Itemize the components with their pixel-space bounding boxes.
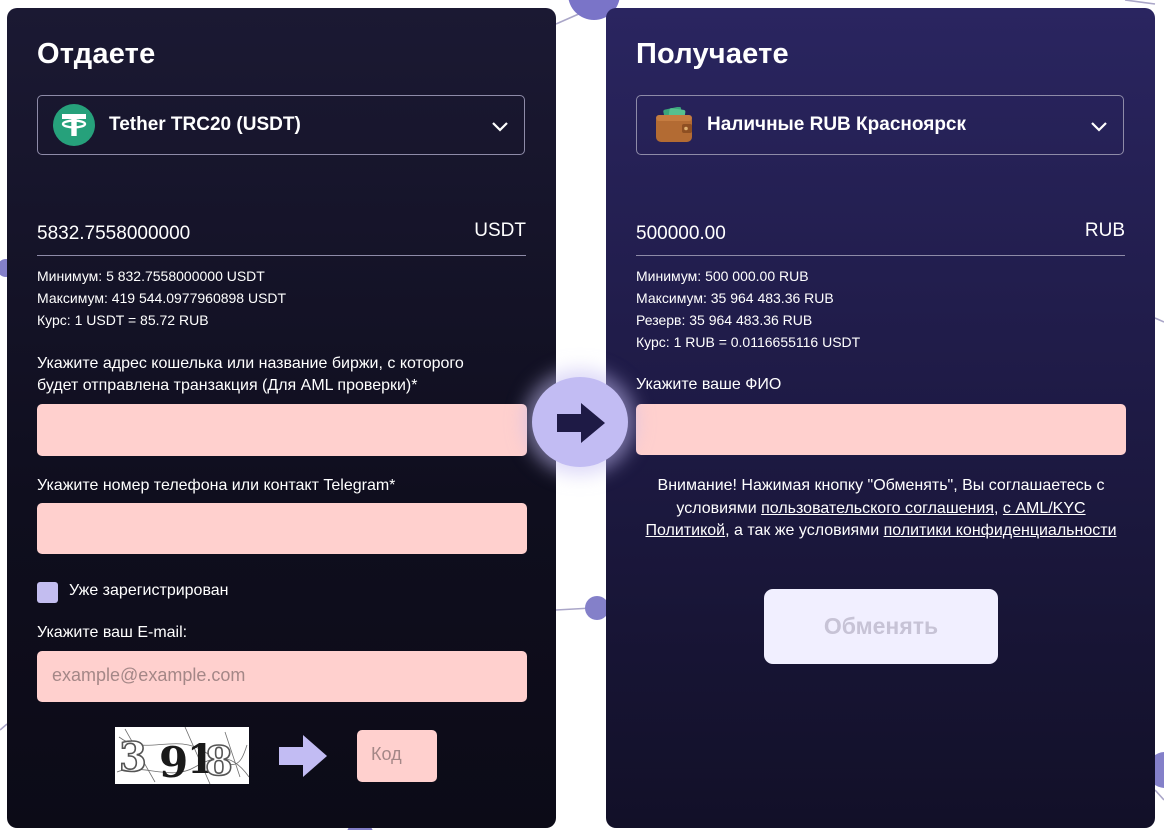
arrow-right-icon <box>279 735 327 777</box>
registered-label: Уже зарегистрирован <box>69 582 229 599</box>
fio-label: Укажите ваше ФИО <box>636 376 782 393</box>
email-input[interactable]: example@example.com <box>37 651 527 702</box>
arrow-right-icon <box>557 403 605 443</box>
give-currency-select[interactable]: Tether TRC20 (USDT) <box>37 95 525 155</box>
notice-text-2: , <box>994 499 1003 517</box>
fio-input[interactable] <box>636 404 1126 455</box>
user-agreement-link[interactable]: пользовательского соглашения <box>761 500 994 517</box>
give-min: Минимум: 5 832.7558000000 USDT <box>37 268 265 284</box>
captcha-code-placeholder: Код <box>371 744 402 764</box>
get-rate: Курс: 1 RUB = 0.0116655116 USDT <box>636 334 861 350</box>
get-panel: Получаете Наличные RUB Красноярск 500000… <box>606 8 1155 828</box>
get-currency-name: Наличные RUB Красноярск <box>707 114 966 135</box>
email-placeholder: example@example.com <box>52 665 246 685</box>
get-currency-select[interactable]: Наличные RUB Красноярск <box>636 95 1124 155</box>
phone-label: Укажите номер телефона или контакт Teleg… <box>37 477 396 494</box>
give-amount-currency: USDT <box>474 220 526 241</box>
give-currency-name: Tether TRC20 (USDT) <box>109 114 301 135</box>
give-rate: Курс: 1 USDT = 85.72 RUB <box>37 312 209 328</box>
swap-direction-button[interactable] <box>532 377 628 467</box>
chevron-down-icon <box>1091 122 1107 132</box>
get-amount-field[interactable]: 500000.00 RUB <box>636 218 1125 256</box>
give-max: Максимум: 419 544.0977960898 USDT <box>37 290 287 306</box>
get-amount-value[interactable]: 500000.00 <box>636 223 726 245</box>
give-amount-value[interactable]: 5832.7558000000 <box>37 223 190 245</box>
notice-text-3: , а так же условиями <box>725 522 884 540</box>
wallet-address-input[interactable] <box>37 404 527 456</box>
exchange-button[interactable]: Обменять <box>764 589 998 664</box>
chevron-down-icon <box>492 122 508 132</box>
wallet-address-label-line1: Укажите адрес кошелька или название бирж… <box>37 355 464 372</box>
wallet-address-label: Укажите адрес кошелька или название бирж… <box>37 353 464 397</box>
wallet-address-label-line2: будет отправлена транзакция (Для AML про… <box>37 377 418 394</box>
get-max: Максимум: 35 964 483.36 RUB <box>636 290 834 306</box>
give-title: Отдаете <box>37 38 156 70</box>
captcha-image: 3 9 1 8 <box>115 727 249 784</box>
wallet-icon <box>655 106 693 143</box>
get-title: Получаете <box>636 38 789 70</box>
get-reserve: Резерв: 35 964 483.36 RUB <box>636 312 813 328</box>
phone-input[interactable] <box>37 503 527 554</box>
give-panel: Отдаете Tether TRC20 (USDT) 5832.7558000… <box>7 8 556 828</box>
get-amount-currency: RUB <box>1084 220 1125 241</box>
captcha-digit-2: 9 <box>159 738 188 784</box>
captcha-code-input[interactable]: Код <box>357 730 437 782</box>
tether-icon <box>53 104 95 146</box>
get-min: Минимум: 500 000.00 RUB <box>636 268 809 284</box>
privacy-policy-link[interactable]: политики конфиденциальности <box>884 522 1117 539</box>
registered-checkbox[interactable] <box>37 582 58 603</box>
give-amount-field[interactable]: 5832.7558000000 USDT <box>37 218 526 256</box>
agreement-notice: Внимание! Нажимая кнопку "Обменять", Вы … <box>636 475 1126 543</box>
captcha-digit-1: 3 <box>119 734 147 781</box>
email-label: Укажите ваш E-mail: <box>37 624 188 641</box>
captcha-digit-4: 8 <box>205 738 233 784</box>
